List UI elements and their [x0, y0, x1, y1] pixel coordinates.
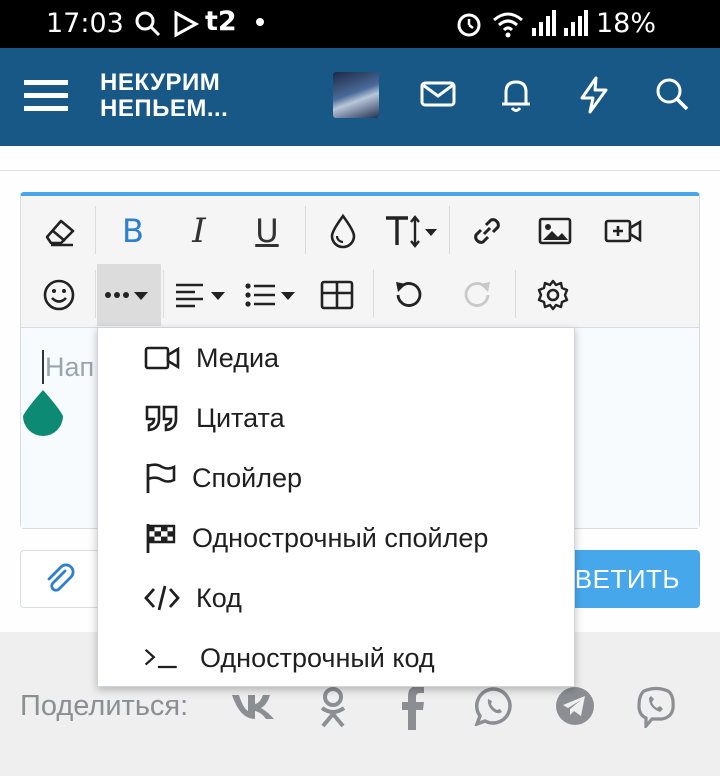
- bold-button[interactable]: B: [101, 200, 165, 262]
- italic-icon: I: [192, 211, 206, 251]
- table-button[interactable]: [305, 264, 369, 326]
- carrier-label: t2: [205, 6, 237, 37]
- image-icon: [538, 217, 572, 245]
- toolbar-separator: [449, 206, 450, 254]
- toolbar-separator: [95, 270, 96, 318]
- menu-item-label: Однострочный код: [200, 642, 435, 673]
- smiley-icon: [43, 279, 75, 311]
- toolbar-separator: [373, 270, 374, 318]
- table-icon: [320, 280, 354, 310]
- menu-item-quote[interactable]: Цитата: [98, 388, 576, 448]
- checkered-flag-icon: [144, 520, 180, 556]
- text-caret: [42, 350, 44, 384]
- more-dots-icon: [105, 292, 148, 300]
- font-size-button[interactable]: [379, 200, 443, 262]
- emoji-button[interactable]: [27, 264, 91, 326]
- redo-button[interactable]: [445, 264, 509, 326]
- whatsapp-icon[interactable]: [474, 686, 514, 726]
- eraser-icon: [45, 219, 75, 247]
- video-icon: [144, 340, 180, 376]
- paperclip-icon: [47, 563, 75, 592]
- divider: [0, 170, 720, 171]
- menu-item-inline-code[interactable]: Однострочный код: [98, 628, 576, 688]
- droplet-icon: [330, 213, 356, 249]
- lightning-icon[interactable]: [578, 76, 610, 114]
- site-logo[interactable]: НЕКУРИМ НЕПЬЕМ...: [100, 70, 228, 122]
- list-button[interactable]: [239, 264, 303, 326]
- facebook-icon[interactable]: [400, 686, 426, 730]
- toolbar-separator: [95, 206, 96, 254]
- search-icon[interactable]: [654, 76, 690, 112]
- bell-icon[interactable]: [498, 76, 534, 114]
- undo-button[interactable]: [377, 264, 441, 326]
- underline-button[interactable]: U: [235, 200, 299, 262]
- play-store-icon: [174, 10, 200, 38]
- bold-icon: B: [122, 212, 144, 250]
- link-button[interactable]: [455, 200, 519, 262]
- logo-line-2: НЕПЬЕМ...: [100, 95, 229, 122]
- toolbar-separator: [163, 270, 164, 318]
- menu-item-label: Цитата: [196, 402, 285, 433]
- terminal-icon: [144, 640, 180, 676]
- toolbar-separator: [515, 270, 516, 318]
- list-icon: [245, 283, 295, 307]
- attach-button[interactable]: [20, 550, 100, 608]
- reply-button-label: ТВЕТИТЬ: [558, 563, 680, 594]
- quote-icon: [144, 400, 180, 436]
- code-icon: [144, 580, 180, 616]
- italic-button[interactable]: I: [167, 200, 231, 262]
- menu-item-code[interactable]: Код: [98, 568, 576, 628]
- toolbar-separator: [305, 206, 306, 254]
- status-time: 17:03: [46, 8, 124, 39]
- clear-format-button[interactable]: [27, 200, 91, 262]
- menu-item-label: Код: [196, 582, 242, 613]
- status-bar: 17:03 t2 18%: [0, 0, 720, 48]
- settings-button[interactable]: [521, 264, 585, 326]
- menu-item-label: Медиа: [196, 342, 280, 373]
- textarea-placeholder: Нап: [45, 352, 95, 382]
- logo-line-1: НЕКУРИМ: [100, 69, 221, 96]
- wifi-icon: [493, 12, 523, 38]
- battery-level: 18%: [596, 8, 657, 39]
- selection-handle-icon[interactable]: [23, 390, 63, 436]
- share-label: Поделиться:: [20, 690, 189, 722]
- underline-icon: U: [255, 212, 279, 250]
- gear-icon: [537, 279, 569, 311]
- search-status-icon: [135, 11, 161, 37]
- more-options-menu: Медиа Цитата Спойлер Однострочный спойле…: [97, 327, 575, 687]
- viber-icon[interactable]: [636, 686, 676, 728]
- notification-dot: [256, 18, 264, 26]
- avatar[interactable]: [333, 72, 379, 118]
- signal-2-icon: [564, 10, 588, 36]
- menu-icon[interactable]: [24, 76, 68, 116]
- editor-toolbar: B I U: [21, 196, 699, 328]
- vk-icon[interactable]: [230, 692, 276, 722]
- align-left-icon: [176, 283, 225, 308]
- menu-item-label: Спойлер: [192, 462, 303, 493]
- video-add-icon: [604, 219, 642, 243]
- menu-item-inline-spoiler[interactable]: Однострочный спойлер: [98, 508, 576, 568]
- signal-1-icon: [532, 10, 556, 36]
- menu-item-label: Однострочный спойлер: [192, 522, 489, 553]
- envelope-icon[interactable]: [420, 76, 456, 112]
- undo-icon: [396, 282, 422, 307]
- align-button[interactable]: [169, 264, 233, 326]
- menu-item-media[interactable]: Медиа: [98, 328, 576, 388]
- more-options-button[interactable]: [97, 264, 161, 326]
- link-icon: [474, 218, 500, 244]
- telegram-icon[interactable]: [555, 686, 595, 726]
- text-size-icon: [386, 215, 437, 248]
- alarm-icon: [457, 13, 481, 37]
- video-button[interactable]: [591, 200, 655, 262]
- flag-icon: [144, 460, 180, 496]
- color-button[interactable]: [311, 200, 375, 262]
- app-header: НЕКУРИМ НЕПЬЕМ...: [0, 48, 720, 146]
- redo-icon: [464, 282, 490, 307]
- odnoklassniki-icon[interactable]: [316, 686, 350, 730]
- menu-item-spoiler[interactable]: Спойлер: [98, 448, 576, 508]
- image-button[interactable]: [523, 200, 587, 262]
